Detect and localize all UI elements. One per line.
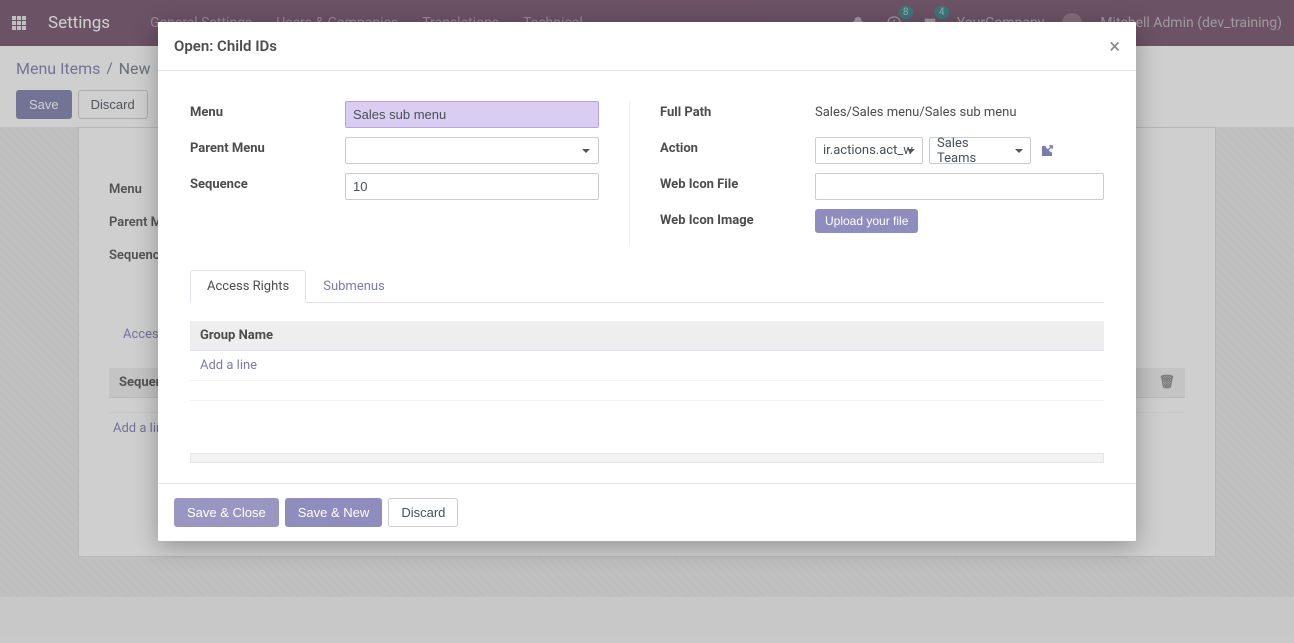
web-icon-file-input[interactable] — [815, 173, 1104, 200]
save-new-button[interactable]: Save & New — [285, 498, 383, 527]
table-row: Add a line — [190, 351, 1104, 381]
modal-discard-button[interactable]: Discard — [388, 498, 458, 527]
external-link-icon[interactable] — [1037, 144, 1057, 158]
table-narrow-header — [1072, 321, 1104, 351]
add-line-link[interactable]: Add a line — [200, 358, 257, 373]
parent-menu-label: Parent Menu — [190, 137, 345, 156]
action-name-value: Sales Teams — [937, 136, 1008, 166]
tab-submenus[interactable]: Submenus — [306, 270, 402, 303]
action-name-select[interactable]: Sales Teams — [929, 137, 1031, 164]
upload-file-button[interactable]: Upload your file — [815, 209, 918, 233]
modal-close-button[interactable]: × — [1109, 36, 1120, 56]
action-type-value: ir.actions.act_w — [823, 143, 913, 158]
web-icon-image-label: Web Icon Image — [660, 209, 815, 228]
table-row-empty — [190, 381, 1104, 401]
full-path-value: Sales/Sales menu/Sales sub menu — [815, 101, 1017, 120]
sequence-input[interactable] — [345, 173, 599, 200]
modal-title: Open: Child IDs — [174, 37, 277, 55]
parent-menu-dropdown[interactable] — [345, 137, 599, 164]
action-label: Action — [660, 137, 815, 156]
menu-label: Menu — [190, 101, 345, 120]
group-name-header: Group Name — [190, 321, 1072, 351]
action-type-select[interactable]: ir.actions.act_w — [815, 137, 923, 164]
menu-input[interactable] — [345, 101, 599, 128]
sequence-label: Sequence — [190, 173, 345, 192]
table-footer-slab — [190, 453, 1104, 463]
child-ids-modal: Open: Child IDs × Menu Parent Menu — [158, 22, 1136, 541]
web-icon-file-label: Web Icon File — [660, 173, 815, 192]
save-close-button[interactable]: Save & Close — [174, 498, 279, 527]
tab-access-rights[interactable]: Access Rights — [190, 270, 306, 303]
full-path-label: Full Path — [660, 101, 815, 120]
